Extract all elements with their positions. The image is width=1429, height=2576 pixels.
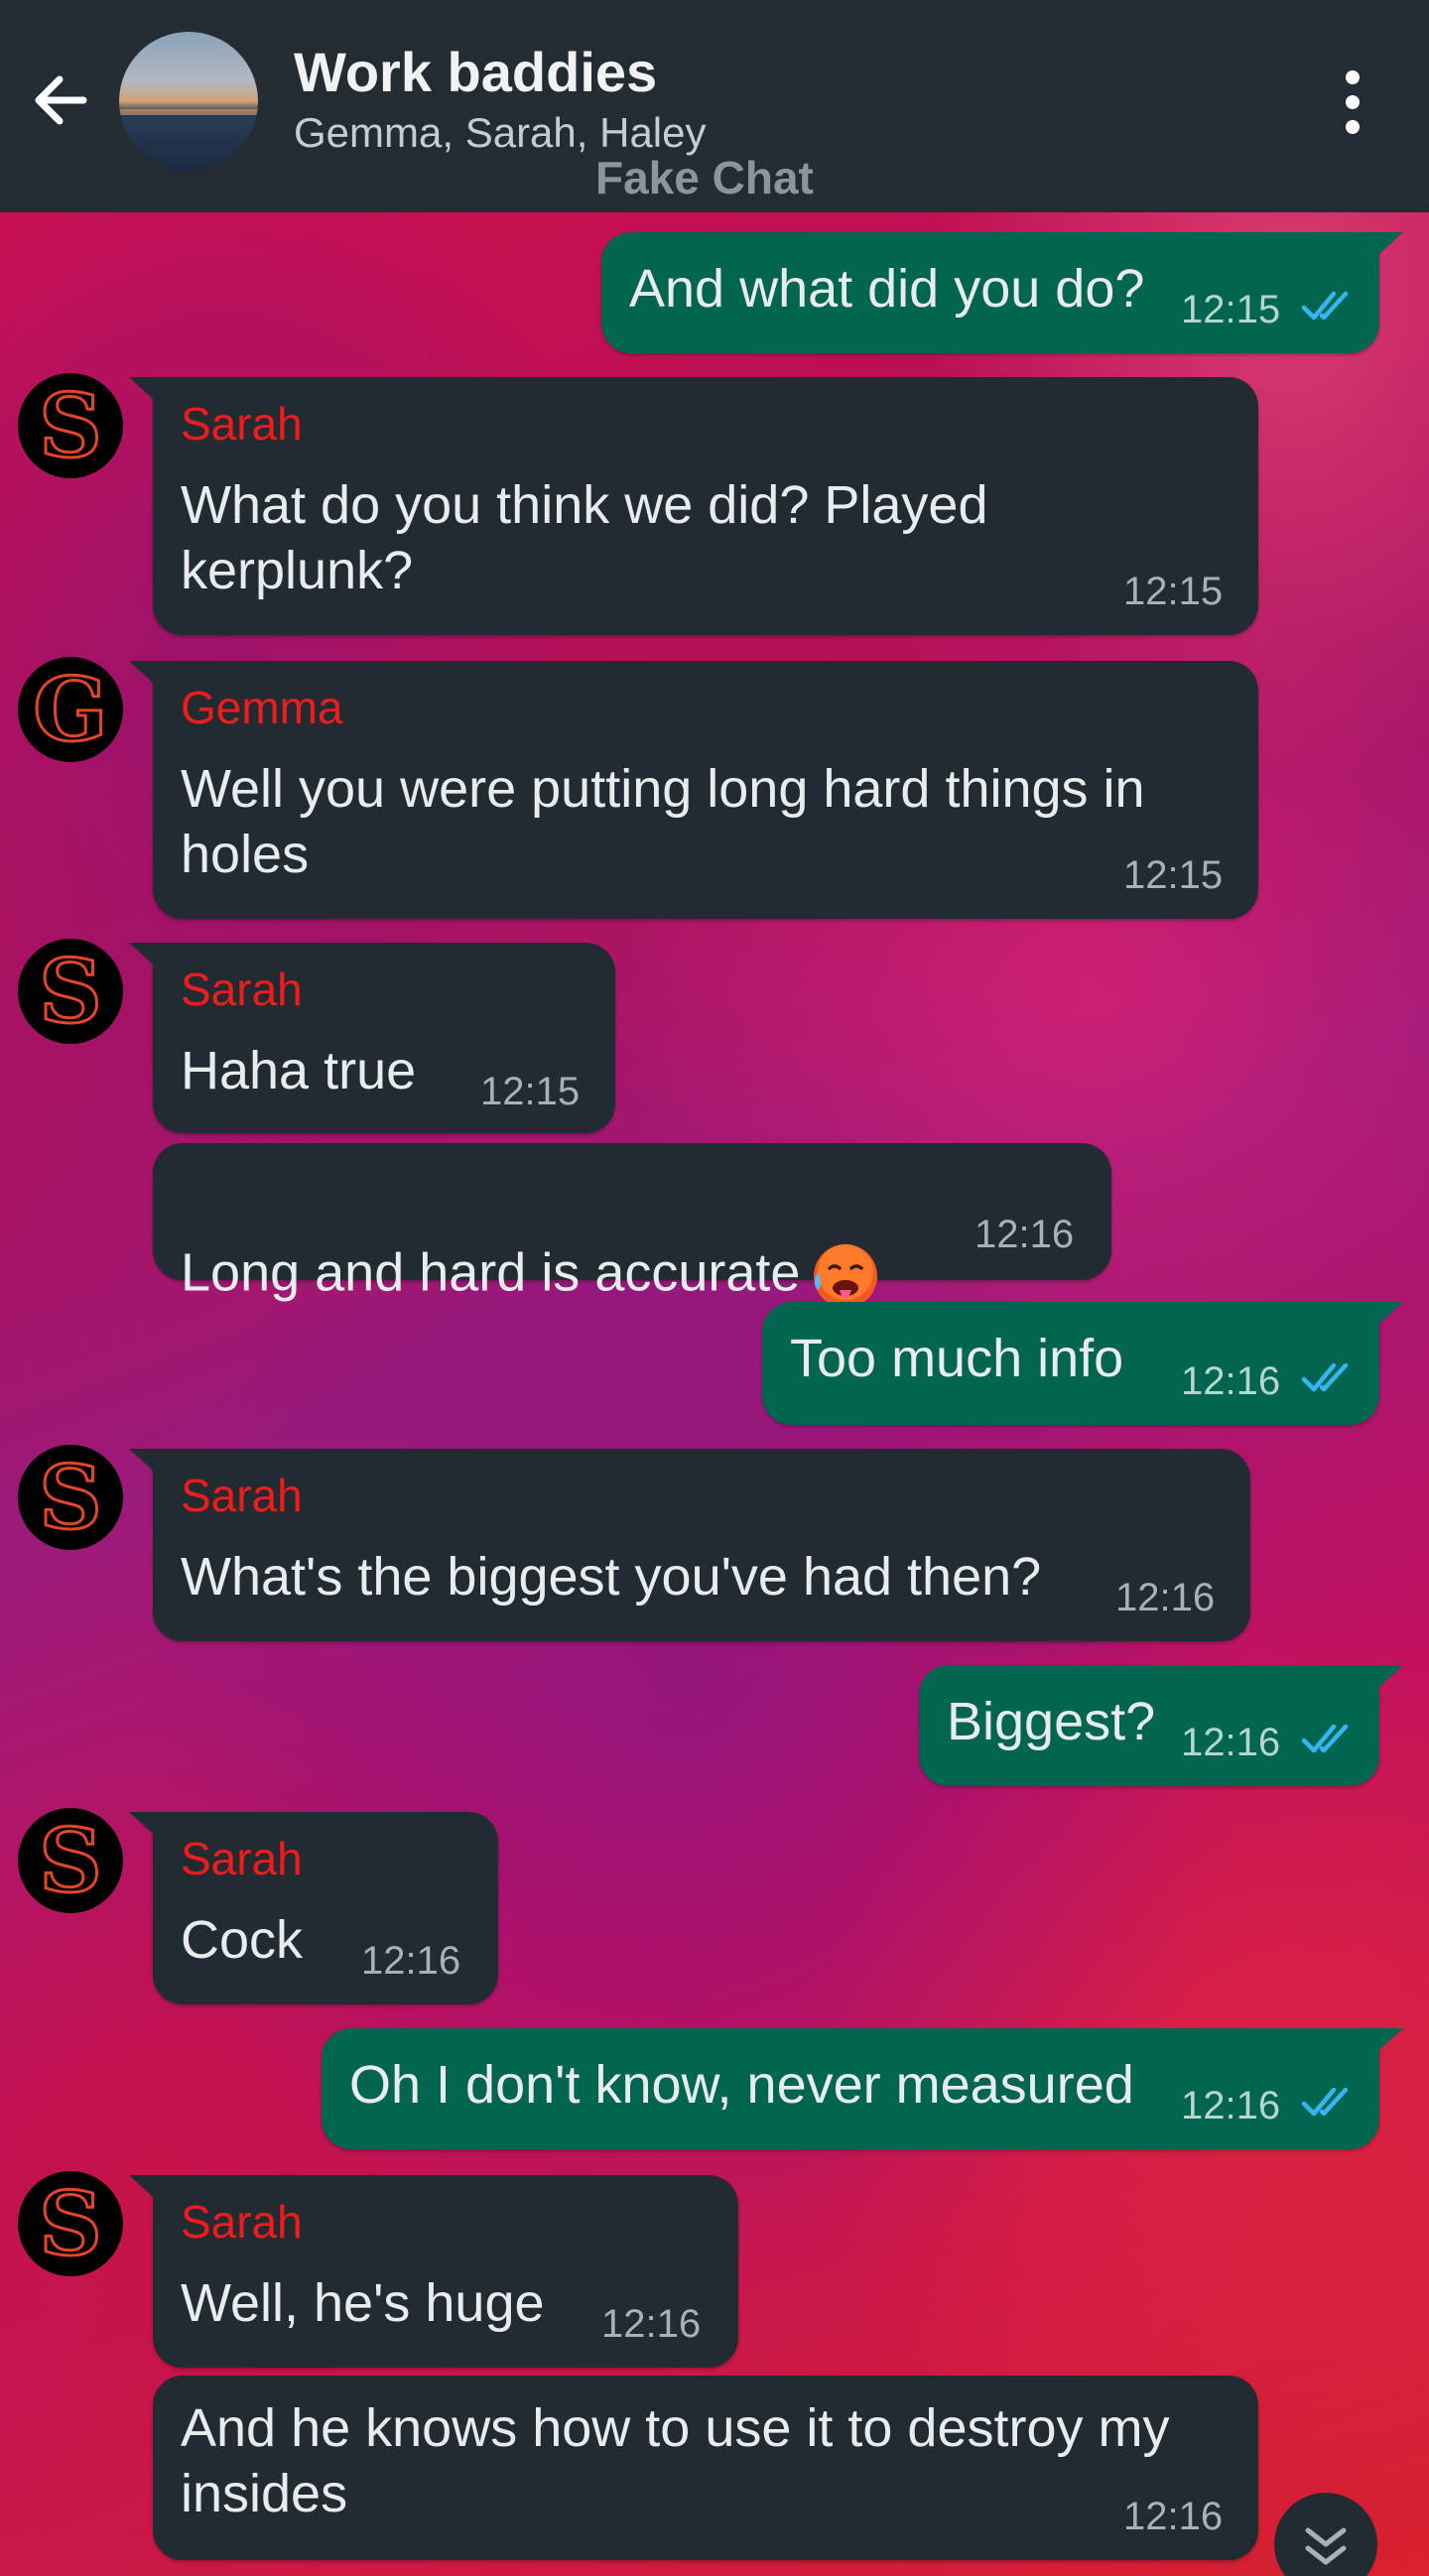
read-ticks-icon	[1301, 1362, 1349, 1392]
message-time: 12:16	[361, 1939, 461, 1983]
bubble-tail	[1379, 1665, 1403, 1687]
message-time: 12:16	[1115, 1576, 1216, 1619]
message-text: And he knows how to use it to destroy my…	[181, 2398, 1170, 2523]
message-text: Long and hard is accurate	[181, 1173, 883, 1314]
incoming-message[interactable]: Long and hard is accurate 12:16	[153, 1143, 1111, 1308]
avatar-initial: S	[38, 374, 104, 477]
incoming-message[interactable]: Sarah Well, he's huge 12:16	[129, 2175, 738, 2368]
message-time: 12:16	[974, 1213, 1075, 1256]
sender-name: Sarah	[181, 398, 303, 450]
outgoing-message[interactable]: Too much info 12:16	[762, 1302, 1403, 1425]
avatar-initial: S	[38, 940, 104, 1043]
sender-name: Sarah	[181, 964, 303, 1015]
bubble-tail	[129, 2175, 153, 2197]
read-ticks-icon	[1301, 1724, 1349, 1753]
bubble-tail	[129, 1812, 153, 1834]
scroll-to-bottom-button[interactable]	[1274, 2493, 1377, 2576]
incoming-message[interactable]: Sarah What's the biggest you've had then…	[129, 1449, 1250, 1641]
message-time: 12:16	[1181, 1721, 1281, 1764]
message-text: Oh I don't know, never measured	[349, 2055, 1134, 2115]
sender-name: Sarah	[181, 1470, 303, 1521]
avatar-initial: G	[32, 658, 109, 761]
message-time: 12:15	[1181, 288, 1281, 331]
sender-avatar[interactable]: S	[18, 1445, 123, 1550]
incoming-message[interactable]: Sarah Haha true 12:15	[129, 943, 615, 1133]
sender-name: Gemma	[181, 682, 343, 733]
sender-avatar[interactable]: G	[18, 657, 123, 762]
outgoing-message[interactable]: And what did you do? 12:15	[601, 232, 1403, 353]
more-options-icon[interactable]	[1336, 67, 1369, 137]
bubble-tail	[129, 377, 153, 399]
message-time: 12:15	[1123, 570, 1224, 613]
message-text: Well you were putting long hard things i…	[181, 759, 1145, 884]
bubble-tail	[1379, 1302, 1403, 1324]
chat-members[interactable]: Gemma, Sarah, Haley	[294, 109, 707, 157]
bubble-tail	[129, 943, 153, 965]
chat-title[interactable]: Work baddies	[294, 40, 657, 104]
bubble-tail	[129, 1449, 153, 1471]
incoming-message[interactable]: Sarah Cock 12:16	[129, 1812, 498, 2004]
sender-avatar[interactable]: S	[18, 373, 123, 478]
bubble-tail	[1379, 232, 1403, 254]
sender-name: Sarah	[181, 1833, 303, 1884]
incoming-message[interactable]: Gemma Well you were putting long hard th…	[129, 661, 1258, 919]
message-time: 12:15	[480, 1070, 581, 1113]
avatar-initial: S	[38, 1446, 104, 1549]
outgoing-message[interactable]: Biggest? 12:16	[919, 1665, 1403, 1786]
message-text: Haha true	[181, 1041, 417, 1100]
avatar-initial: S	[38, 2172, 104, 2275]
double-chevron-down-icon	[1305, 2527, 1347, 2565]
message-text: Biggest?	[947, 1692, 1156, 1751]
sender-avatar[interactable]: S	[18, 939, 123, 1044]
message-text: Well, he's huge	[181, 2273, 545, 2333]
sender-avatar[interactable]: S	[18, 2171, 123, 2276]
back-arrow-icon[interactable]	[26, 65, 95, 135]
message-time: 12:16	[1123, 2495, 1224, 2538]
message-text: Too much info	[790, 1329, 1124, 1388]
bubble-tail	[129, 661, 153, 683]
message-text: What's the biggest you've had then?	[181, 1547, 1042, 1607]
message-time: 12:15	[1123, 853, 1224, 897]
message-time: 12:16	[1181, 1359, 1281, 1403]
message-text: Cock	[181, 1910, 304, 1970]
avatar-initial: S	[38, 1809, 104, 1912]
read-ticks-icon	[1301, 291, 1349, 321]
watermark: Fake Chat	[595, 152, 814, 203]
bubble-tail	[1379, 2028, 1403, 2050]
message-text: What do you think we did? Played kerplun…	[181, 475, 988, 600]
sender-avatar[interactable]: S	[18, 1808, 123, 1913]
sender-name: Sarah	[181, 2196, 303, 2248]
group-avatar[interactable]	[119, 32, 258, 171]
message-time: 12:16	[601, 2302, 702, 2346]
message-text-content: Long and hard is accurate	[181, 1242, 801, 1303]
read-ticks-icon	[1301, 2087, 1349, 2117]
message-time: 12:16	[1181, 2084, 1281, 2127]
outgoing-message[interactable]: Oh I don't know, never measured 12:16	[322, 2028, 1403, 2149]
incoming-message[interactable]: And he knows how to use it to destroy my…	[153, 2376, 1258, 2560]
incoming-message[interactable]: Sarah What do you think we did? Played k…	[129, 377, 1258, 635]
message-text: And what did you do?	[629, 259, 1145, 319]
